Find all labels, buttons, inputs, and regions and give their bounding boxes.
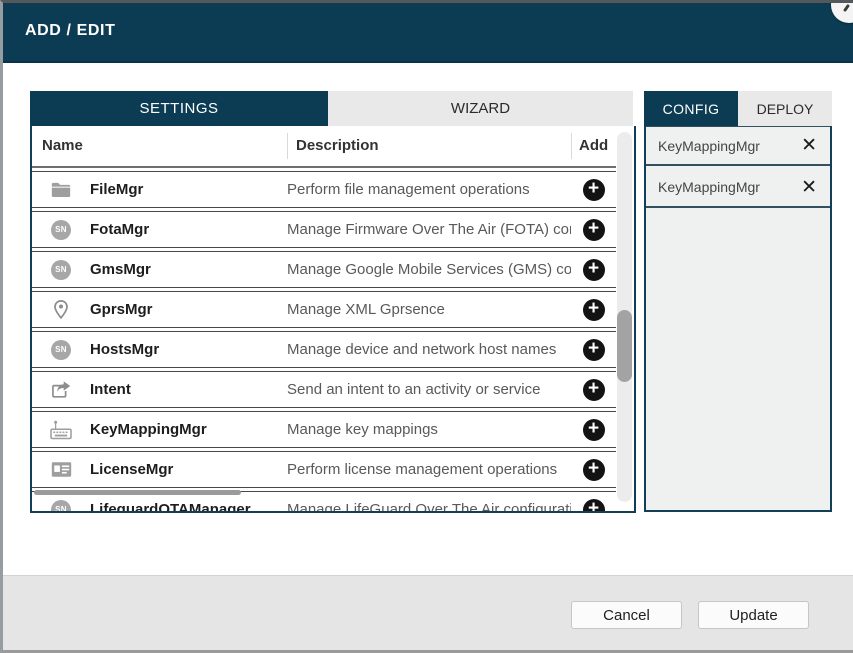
row-description: Send an intent to an activity or service — [287, 381, 541, 398]
dialog-header: ADD / EDIT — [3, 3, 853, 63]
license-card-icon — [51, 462, 71, 477]
column-header-description: Description — [287, 133, 571, 159]
add-row-button[interactable]: + — [582, 258, 605, 281]
add-row-button[interactable]: + — [582, 378, 605, 401]
row-name: GmsMgr — [90, 261, 151, 278]
row-name-cell: SN LifeguardOTAManager — [32, 499, 287, 513]
row-name-cell: KeyMappingMgr — [32, 420, 287, 440]
row-name: KeyMappingMgr — [90, 421, 207, 438]
tab-config[interactable]: CONFIG — [644, 91, 738, 126]
table-row: SN FotaMgr Manage Firmware Over The Air … — [32, 211, 616, 248]
table-row: LicenseMgr Perform license management op… — [32, 451, 616, 488]
row-description: Manage XML Gprsence — [287, 301, 445, 318]
row-name: HostsMgr — [90, 341, 160, 358]
sn-badge-icon: SN — [51, 219, 71, 240]
remove-item-icon[interactable]: ✕ — [801, 178, 817, 197]
row-description: Manage key mappings — [287, 421, 438, 438]
keyboard-icon — [50, 420, 72, 439]
config-panel: KeyMappingMgr ✕ KeyMappingMgr ✕ — [644, 126, 832, 512]
intent-share-icon — [52, 381, 71, 398]
tab-wizard[interactable]: WIZARD — [328, 91, 633, 126]
folder-icon — [51, 182, 71, 197]
vertical-scrollbar[interactable] — [617, 132, 632, 502]
add-row-button[interactable]: + — [582, 338, 605, 361]
add-row-button[interactable]: + — [582, 218, 605, 241]
table-row: FileMgr Perform file management operatio… — [32, 171, 616, 208]
row-name-cell: SN GmsMgr — [32, 259, 287, 280]
row-description: Manage Firmware Over The Air (FOTA) conf… — [287, 221, 571, 238]
add-row-button[interactable]: + — [582, 298, 605, 321]
add-row-button[interactable]: + — [582, 418, 605, 441]
location-pin-icon — [54, 299, 68, 320]
row-description: Perform file management operations — [287, 181, 530, 198]
row-name-cell: FileMgr — [32, 181, 287, 198]
add-row-button[interactable]: + — [582, 498, 605, 511]
table-rows: FileMgr Perform file management operatio… — [32, 171, 616, 513]
settings-table: Name Description Add FileMgr Perform fil… — [30, 126, 636, 513]
table-header: Name Description Add — [32, 126, 616, 168]
row-description: Perform license management operations — [287, 461, 558, 478]
table-row: SN GmsMgr Manage Google Mobile Services … — [32, 251, 616, 288]
config-list-item[interactable]: KeyMappingMgr ✕ — [646, 168, 830, 208]
add-row-button[interactable]: + — [582, 178, 605, 201]
main-tabs: SETTINGS WIZARD — [30, 91, 633, 126]
dialog-title: ADD / EDIT — [25, 22, 116, 39]
column-header-add: Add — [571, 133, 616, 159]
tab-settings[interactable]: SETTINGS — [30, 91, 328, 126]
add-edit-dialog: ADD / EDIT SETTINGS WIZARD Name Descript… — [0, 0, 853, 653]
update-button[interactable]: Update — [698, 601, 809, 629]
dialog-footer: Cancel Update — [3, 575, 853, 650]
side-panel-tabs: CONFIG DEPLOY — [644, 91, 832, 126]
config-list-item[interactable]: KeyMappingMgr ✕ — [646, 126, 830, 166]
table-row: SN HostsMgr Manage device and network ho… — [32, 331, 616, 368]
row-name: Intent — [90, 381, 131, 398]
row-description: Manage Google Mobile Services (GMS) conf… — [287, 261, 571, 278]
row-description: Manage device and network host names — [287, 341, 557, 358]
row-name: LicenseMgr — [90, 461, 174, 478]
remove-item-icon[interactable]: ✕ — [801, 136, 817, 155]
sn-badge-icon: SN — [51, 499, 71, 511]
sn-badge-icon: SN — [51, 339, 71, 360]
row-description: Manage LifeGuard Over The Air configurat… — [287, 501, 571, 513]
config-item-label: KeyMappingMgr — [658, 137, 760, 154]
horizontal-scrollbar-thumb[interactable] — [34, 490, 241, 495]
row-name-cell: GprsMgr — [32, 299, 287, 320]
tab-deploy[interactable]: DEPLOY — [738, 91, 832, 126]
row-name: GprsMgr — [90, 301, 153, 318]
table-row: Intent Send an intent to an activity or … — [32, 371, 616, 408]
column-header-name: Name — [42, 137, 83, 154]
row-name-cell: SN HostsMgr — [32, 339, 287, 360]
row-name-cell: Intent — [32, 380, 287, 399]
sn-badge-icon: SN — [51, 259, 71, 280]
vertical-scrollbar-thumb[interactable] — [617, 310, 632, 382]
add-row-button[interactable]: + — [582, 458, 605, 481]
row-name: FileMgr — [90, 181, 144, 198]
table-row: KeyMappingMgr Manage key mappings + — [32, 411, 616, 448]
table-row: GprsMgr Manage XML Gprsence + — [32, 291, 616, 328]
row-name: FotaMgr — [90, 221, 150, 238]
row-name-cell: SN FotaMgr — [32, 219, 287, 240]
config-item-label: KeyMappingMgr — [658, 179, 760, 195]
cancel-button[interactable]: Cancel — [571, 601, 682, 629]
row-name: LifeguardOTAManager — [90, 501, 251, 513]
row-name-cell: LicenseMgr — [32, 461, 287, 478]
